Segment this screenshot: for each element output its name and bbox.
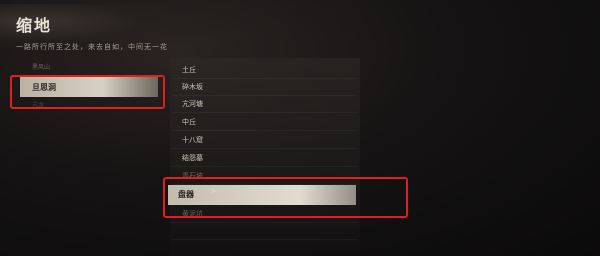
location-label: 土丘: [182, 66, 196, 74]
location-item[interactable]: 十八窟: [172, 132, 358, 149]
highlight-box-location: [163, 177, 408, 218]
region-group-label: 黑风山: [32, 64, 51, 71]
page-title: 缩地: [16, 16, 53, 35]
location-label: 亢河塘: [182, 100, 203, 108]
location-label: 十八窟: [182, 136, 203, 144]
location-item[interactable]: 结怨墓: [172, 150, 358, 167]
location-item[interactable]: 亢河塘: [172, 96, 358, 113]
location-item[interactable]: 土丘: [172, 62, 358, 79]
location-item[interactable]: 碎木坂: [172, 79, 358, 96]
location-item[interactable]: 中丘: [172, 114, 358, 131]
highlight-box-region: [10, 75, 165, 109]
location-item[interactable]: [172, 223, 358, 240]
location-label: 中丘: [182, 118, 196, 126]
location-list: 土丘 碎木坂 亢河塘 中丘 十八窟 结怨墓 青石坡 盘器 黄泥坑: [168, 58, 360, 256]
page-subtitle: 一路所行所至之处，来去自如，中间无一花: [16, 43, 168, 51]
page-header: 缩地 一路所行所至之处，来去自如，中间无一花: [16, 12, 168, 52]
location-label: 碎木坂: [182, 83, 203, 91]
location-label: 结怨墓: [182, 154, 203, 162]
